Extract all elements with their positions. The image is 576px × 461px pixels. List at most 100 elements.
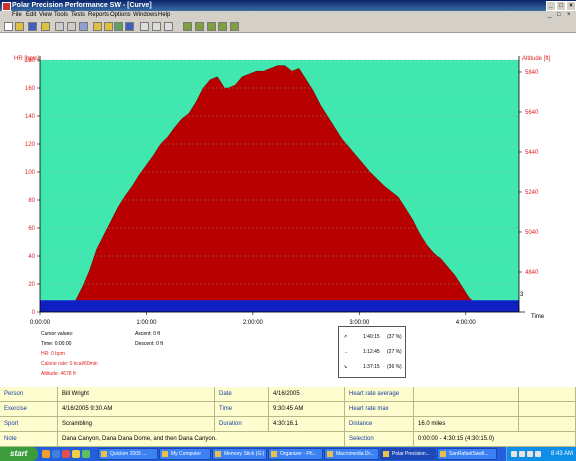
run5-icon[interactable]	[230, 22, 239, 31]
menu-reports[interactable]: Reports	[88, 12, 109, 19]
tray-volume-icon[interactable]	[519, 451, 525, 457]
ascent-pct: (37 %)	[387, 334, 402, 340]
altitude-tick-label: 5640	[525, 110, 539, 116]
sport-label: Sport	[0, 417, 58, 432]
computer-icon	[162, 451, 168, 457]
cursor-values-title: Cursor values:	[41, 331, 74, 337]
curve-chart[interactable]: 0204060801001201401601804840504052405440…	[0, 48, 576, 324]
window-icon[interactable]	[67, 22, 76, 31]
flat-pct: (27 %)	[387, 349, 402, 355]
cursor-altitude: Altitude: 4678 ft	[41, 371, 76, 377]
organizer-icon	[271, 451, 277, 457]
menu-tests[interactable]: Tests	[71, 12, 85, 19]
save-icon[interactable]	[28, 22, 37, 31]
close-button[interactable]: ×	[566, 1, 576, 11]
flat-time: 1:12:45	[363, 349, 380, 355]
task-macromedia[interactable]: Macromedia Dr...	[324, 448, 379, 460]
exercise-label: Exercise	[0, 402, 58, 417]
task-polar-precision[interactable]: Polar Precision...	[380, 448, 436, 460]
cursor-calorie-rate: Calorie rate: 0 kcal/60min	[41, 361, 98, 367]
menu-options[interactable]: Options	[110, 12, 131, 19]
time-label: Time	[215, 402, 269, 417]
tray-messenger-icon[interactable]	[535, 451, 541, 457]
quicklaunch-firefox-icon[interactable]	[42, 450, 50, 458]
print-icon[interactable]	[55, 22, 64, 31]
run2-icon[interactable]	[195, 22, 204, 31]
duration-value[interactable]: 4:30:16.1	[269, 417, 345, 432]
task-sanrafaelswell[interactable]: SanRafaelSwell...	[437, 448, 497, 460]
folder2-icon[interactable]	[93, 22, 102, 31]
quicklaunch-ie-icon[interactable]	[52, 450, 60, 458]
task-organizer[interactable]: Organizer - Ph...	[268, 448, 323, 460]
task-memory-stick[interactable]: Memory Stick (G:)	[212, 448, 267, 460]
altitude-tick-label: 5040	[525, 230, 539, 236]
taskbar: start Quicken 2005 ... My Computer Memor…	[0, 447, 576, 461]
menu-file[interactable]: File	[12, 12, 22, 19]
time-tick-label: 1:00:00	[136, 320, 157, 324]
hr-axis-label: HR [bpm]	[14, 56, 40, 62]
mdi-minimize-button[interactable]: _	[548, 12, 551, 19]
ascent-arrow-icon: ↗	[343, 334, 348, 340]
open-icon[interactable]	[15, 22, 24, 31]
chart-icon[interactable]	[125, 22, 134, 31]
person-value[interactable]: Bill Wright	[58, 387, 215, 402]
cursor-time: Time: 0:00:00	[41, 341, 72, 347]
quicklaunch-app-icon[interactable]	[62, 450, 70, 458]
tray-network-icon[interactable]	[511, 451, 517, 457]
menu-edit[interactable]: Edit	[26, 12, 36, 19]
slope-summary-box: ↗ 1:40:15 (37 %) → 1:12:45 (27 %) ↘ 1:37…	[338, 326, 406, 378]
time-axis-label: Time	[531, 314, 545, 320]
ascent-value: Ascent: 0 ft	[135, 331, 161, 337]
pointer-icon[interactable]	[164, 22, 173, 31]
note-value[interactable]: Dana Canyon, Dana Dana Dome, and then Da…	[58, 432, 345, 447]
menu-windows[interactable]: Windows	[133, 12, 157, 19]
image-file-icon	[440, 451, 446, 457]
task-macromedia-label: Macromedia Dr...	[336, 451, 375, 457]
new-icon[interactable]	[4, 22, 13, 31]
date-value[interactable]: 4/16/2005	[269, 387, 345, 402]
globe-icon[interactable]	[79, 22, 88, 31]
hr-max-value[interactable]	[414, 402, 519, 417]
altitude-tick-label: 5440	[525, 150, 539, 156]
menu-view[interactable]: View	[39, 12, 52, 19]
hr-avg-value[interactable]	[414, 387, 519, 402]
distance-value[interactable]: 16.0 miles	[414, 417, 519, 432]
run1-icon[interactable]	[183, 22, 192, 31]
clock[interactable]: 8:43 AM	[551, 447, 573, 461]
tray-antivirus-icon[interactable]	[527, 451, 533, 457]
task-quicken[interactable]: Quicken 2005 ...	[98, 448, 158, 460]
folder-icon[interactable]	[41, 22, 50, 31]
time-value[interactable]: 9:30:45 AM	[269, 402, 345, 417]
quicken-icon	[101, 451, 107, 457]
selection-value[interactable]: 0:00:00 - 4:30:15 (4:30:15.0)	[414, 432, 576, 447]
ascent-time: 1:40:15	[363, 334, 380, 340]
sport-value[interactable]: Scrambling	[58, 417, 215, 432]
minimize-button[interactable]: _	[546, 1, 556, 11]
run3-icon[interactable]	[207, 22, 216, 31]
quicklaunch-media-icon[interactable]	[82, 450, 90, 458]
blank-cell-2	[519, 402, 576, 417]
mdi-close-button[interactable]: ×	[567, 12, 571, 19]
hr-tick-label: 0	[32, 310, 36, 316]
mdi-restore-button[interactable]: □	[557, 12, 561, 19]
menu-bar: File Edit View Tools Tests Reports Optio…	[0, 11, 576, 20]
calendar-icon[interactable]	[114, 22, 123, 31]
task-my-computer[interactable]: My Computer	[159, 448, 211, 460]
zoom-icon[interactable]	[140, 22, 149, 31]
maximize-button[interactable]: □	[556, 1, 566, 11]
task-memory-stick-label: Memory Stick (G:)	[224, 451, 265, 457]
menu-help[interactable]: Help	[158, 12, 170, 19]
menu-tools[interactable]: Tools	[54, 12, 68, 19]
system-tray: 8:43 AM	[506, 447, 576, 461]
tile-icon[interactable]	[152, 22, 161, 31]
altitude-tick-label: 5240	[525, 190, 539, 196]
descent-time: 1:37:15	[363, 364, 380, 370]
descent-value: Descent: 0 ft	[135, 341, 164, 347]
window-title: Polar Precision Performance SW - [Curve]	[12, 2, 152, 9]
start-button[interactable]: start	[0, 447, 38, 461]
quicklaunch-folder-icon[interactable]	[72, 450, 80, 458]
run4-icon[interactable]	[218, 22, 227, 31]
image-icon[interactable]	[104, 22, 113, 31]
hr-tick-label: 160	[25, 86, 36, 92]
exercise-value[interactable]: 4/16/2005 9:30 AM	[58, 402, 215, 417]
